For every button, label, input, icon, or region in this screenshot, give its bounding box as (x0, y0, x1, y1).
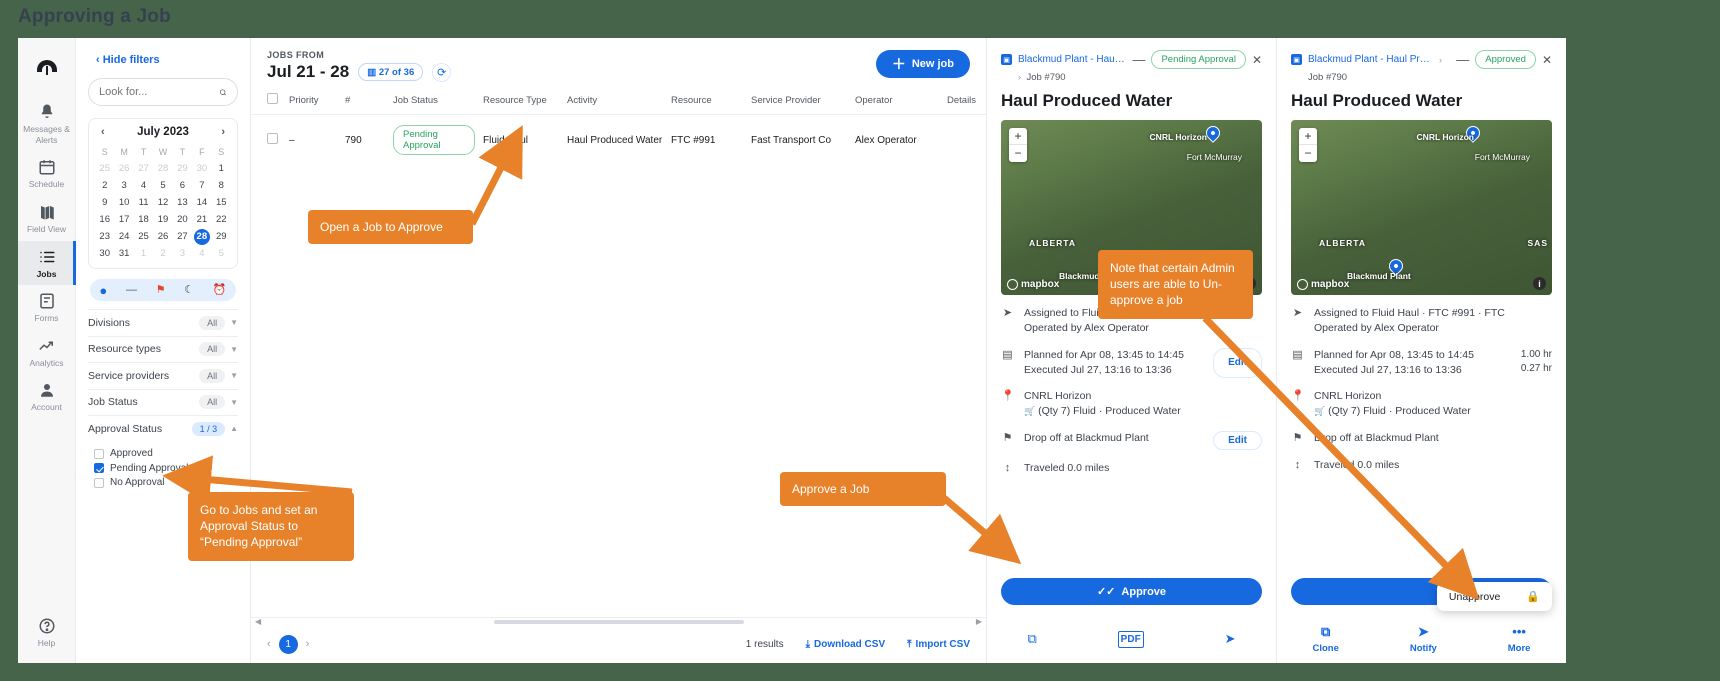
annotation-arrows (162, 125, 1480, 601)
arrow-open-job (468, 125, 523, 226)
annotation-approval-status: Go to Jobs and set an Approval Status to… (188, 492, 354, 561)
annotation-unapprove: Note that certain Admin users are able t… (1098, 250, 1253, 319)
arrow-approval-status (162, 455, 353, 505)
annotation-approve-job: Approve a Job (780, 472, 946, 506)
annotation-open-job: Open a Job to Approve (308, 210, 473, 244)
arrow-unapprove (1202, 315, 1480, 601)
arrow-approve-job (941, 495, 1022, 565)
